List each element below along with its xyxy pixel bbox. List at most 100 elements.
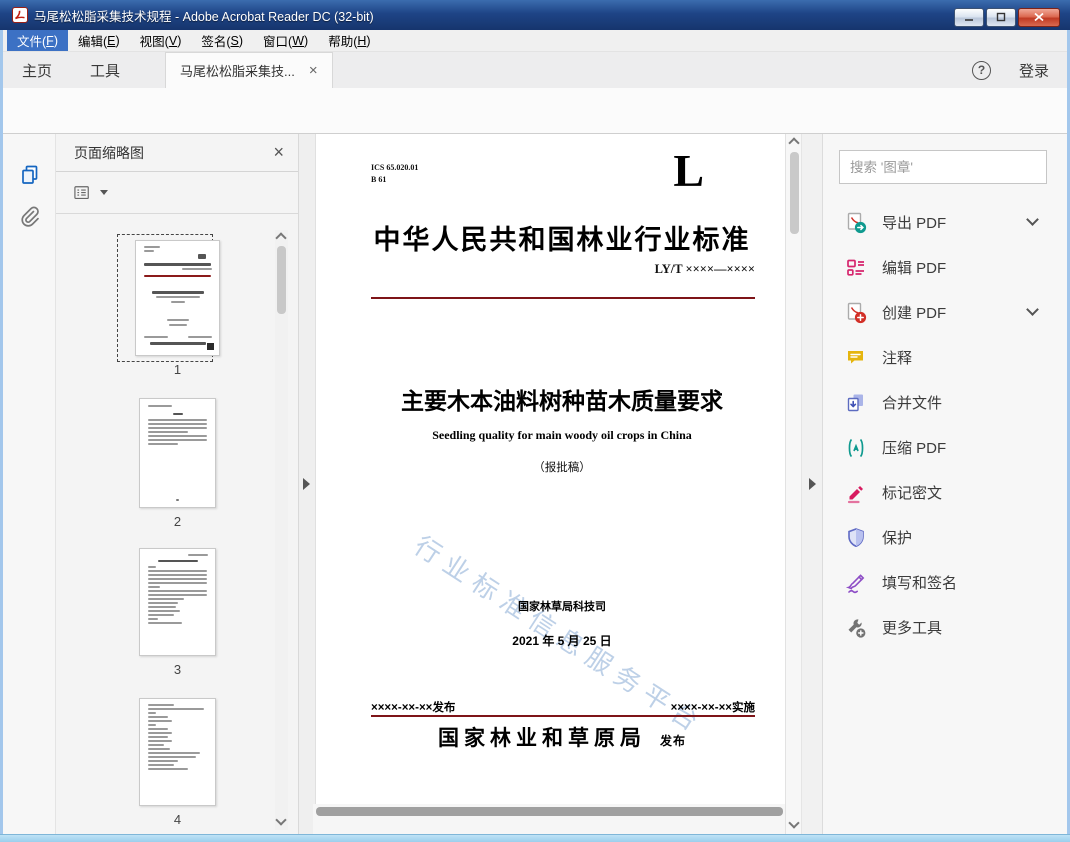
scroll-up-icon[interactable] — [275, 232, 287, 244]
implementation-date: ××××-××-××实施 — [670, 702, 755, 714]
document-pane-footer — [313, 818, 786, 834]
tool-label: 标记密文 — [882, 485, 943, 502]
chevron-down-icon — [100, 190, 108, 195]
minimize-button[interactable] — [954, 8, 984, 27]
scroll-up-icon[interactable] — [788, 137, 800, 149]
tool-label: 保护 — [882, 530, 913, 547]
date-line: 2021 年 5 月 25 日 — [512, 634, 612, 648]
acrobat-window: 马尾松松脂采集技术规程 - Adobe Acrobat Reader DC (3… — [0, 0, 1070, 842]
tool-label: 编辑 PDF — [882, 260, 947, 277]
scrollbar-thumb[interactable] — [316, 806, 783, 816]
tool-create-pdf[interactable]: 创建 PDF — [845, 290, 1051, 335]
tool-comment[interactable]: 注释 — [845, 335, 1051, 380]
left-panel-collapse-handle[interactable] — [303, 478, 310, 490]
scroll-down-icon[interactable] — [788, 817, 800, 829]
scroll-down-icon[interactable] — [275, 814, 287, 826]
fill-sign-icon — [845, 573, 865, 593]
page-thumbnails-rail-button[interactable] — [17, 162, 43, 188]
issue-label: 发布 — [659, 734, 686, 748]
menu-bar: 文件(F) 编辑(E) 视图(V) 签名(S) 窗口(W) 帮助(H) — [3, 30, 1067, 52]
tool-label: 合并文件 — [882, 395, 943, 412]
scrollbar-thumb[interactable] — [789, 152, 799, 234]
thumbnail-page-number: 3 — [173, 662, 182, 677]
thumbnails-panel: 页面缩略图 × 1 2 3 4 — [56, 134, 299, 834]
thumbnails-scrollbar[interactable] — [275, 230, 288, 830]
chevron-down-icon[interactable] — [1026, 213, 1039, 226]
panel-title: 页面缩略图 — [74, 144, 144, 161]
tool-label: 注释 — [882, 350, 913, 367]
document-title-en: Seedling quality for main woody oil crop… — [432, 428, 692, 442]
menu-file[interactable]: 文件(F) — [7, 30, 68, 51]
options-list-icon — [74, 185, 89, 199]
tools-panel: 导出 PDF 编辑 PDF 创建 PDF 注释 — [822, 134, 1067, 834]
draft-note: （报批稿） — [533, 462, 591, 474]
tool-fill-sign[interactable]: 填写和签名 — [845, 560, 1051, 605]
pdf-app-icon — [12, 7, 28, 23]
issue-date: ××××-××-××发布 — [371, 702, 456, 714]
menu-window[interactable]: 窗口(W) — [253, 30, 318, 51]
chevron-down-icon[interactable] — [1026, 303, 1039, 316]
more-tools-icon — [848, 618, 866, 638]
tab-document[interactable]: 马尾松松脂采集技... × — [165, 52, 333, 88]
issuer-line: 国家林业和草原局 发布 — [356, 722, 768, 752]
panel-close-icon[interactable]: × — [273, 142, 284, 163]
tool-label: 填写和签名 — [882, 575, 958, 592]
menu-view[interactable]: 视图(V) — [130, 30, 192, 51]
tool-compress-pdf[interactable]: 压缩 PDF — [845, 425, 1051, 470]
tab-close-icon[interactable]: × — [309, 63, 318, 78]
thumbnail-page-2[interactable]: 2 — [56, 398, 299, 529]
tool-protect[interactable]: 保护 — [845, 515, 1051, 560]
standard-number: LY/T ××××—×××× — [654, 262, 755, 276]
thumbnail-page-4[interactable]: 4 — [56, 698, 299, 827]
tools-search-input[interactable] — [839, 150, 1047, 184]
tools-list: 导出 PDF 编辑 PDF 创建 PDF 注释 合并文件 压缩 PDF 标记密文… — [845, 200, 1051, 650]
thumbnail-page-preview — [139, 398, 216, 508]
tool-label: 导出 PDF — [882, 215, 947, 232]
tool-more-tools[interactable]: 更多工具 — [845, 605, 1051, 650]
attachments-rail-button[interactable] — [17, 204, 43, 230]
tab-bar: 主页 工具 马尾松松脂采集技... × ? 登录 — [3, 52, 1067, 88]
left-panel-splitter[interactable] — [299, 134, 316, 834]
standard-caption: 中华人民共和国林业行业标准 — [373, 225, 751, 255]
paperclip-icon — [21, 206, 39, 227]
login-button[interactable]: 登录 — [1019, 60, 1049, 81]
thumbnail-options-button[interactable] — [56, 172, 298, 214]
department-line: 国家林草局科技司 — [518, 601, 606, 613]
footer-rule — [371, 715, 755, 717]
tool-combine-files[interactable]: 合并文件 — [845, 380, 1051, 425]
tab-home[interactable]: 主页 — [3, 52, 71, 88]
shield-icon — [848, 527, 864, 547]
help-icon[interactable]: ? — [971, 60, 991, 80]
right-panel-splitter[interactable] — [801, 134, 822, 834]
horizontal-scrollbar[interactable] — [313, 804, 786, 818]
thumbnail-page-3[interactable]: 3 — [56, 548, 299, 677]
tool-edit-pdf[interactable]: 编辑 PDF — [845, 245, 1051, 290]
vertical-scrollbar[interactable] — [785, 134, 801, 834]
standard-logo: L — [673, 145, 704, 196]
menu-sign[interactable]: 签名(S) — [191, 30, 253, 51]
title-bar: 马尾松松脂采集技术规程 - Adobe Acrobat Reader DC (3… — [0, 0, 1070, 30]
thumbnail-page-preview — [139, 698, 216, 806]
document-title: 主要木本油料树种苗木质量要求 — [401, 388, 723, 414]
thumbnails-panel-header: 页面缩略图 × — [56, 134, 298, 172]
thumbnail-page-number: 4 — [173, 812, 182, 827]
export-pdf-icon — [847, 212, 867, 233]
maximize-button[interactable] — [986, 8, 1016, 27]
thumbnail-page-number: 2 — [173, 514, 182, 529]
right-panel-collapse-handle[interactable] — [809, 478, 816, 490]
issue-dates-row: ××××-××-××发布 ××××-××-××实施 — [371, 699, 755, 715]
menu-help[interactable]: 帮助(H) — [318, 30, 380, 51]
tool-label: 压缩 PDF — [882, 440, 947, 457]
scrollbar-thumb[interactable] — [277, 246, 286, 314]
tool-redact[interactable]: 标记密文 — [845, 470, 1051, 515]
thumbnail-page-1[interactable]: 1 — [56, 240, 299, 377]
tool-export-pdf[interactable]: 导出 PDF — [845, 200, 1051, 245]
redact-icon — [847, 485, 863, 503]
tab-tools[interactable]: 工具 — [71, 52, 139, 88]
close-button[interactable] — [1018, 8, 1060, 27]
tool-label: 创建 PDF — [882, 305, 947, 322]
menu-edit[interactable]: 编辑(E) — [68, 30, 130, 51]
ics-code: ICS 65.020.01 B 61 — [371, 163, 419, 184]
window-border-bottom — [0, 834, 1070, 842]
left-rail — [3, 134, 56, 834]
